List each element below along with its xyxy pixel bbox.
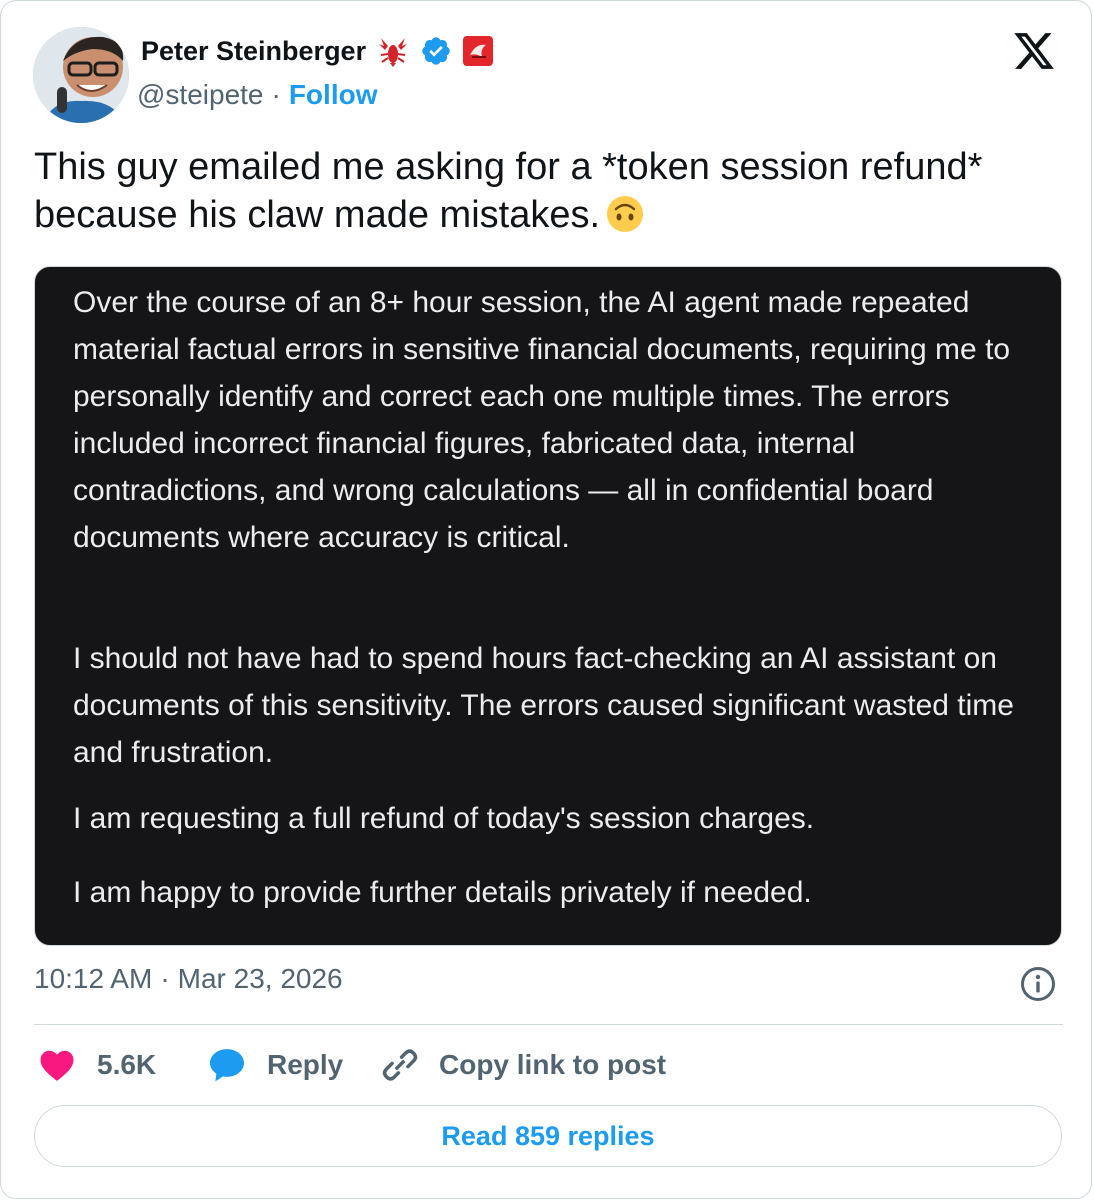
link-icon[interactable] — [381, 1046, 419, 1084]
lobster-emoji-icon — [379, 38, 408, 67]
post-timestamp[interactable]: 10:12 AM · Mar 23, 2026 — [34, 963, 343, 995]
affiliate-badge-icon[interactable] — [462, 35, 494, 67]
reply-bubble-icon[interactable] — [207, 1045, 247, 1085]
author-handle-row: @steipete · Follow — [137, 75, 377, 115]
heart-icon[interactable] — [39, 1048, 75, 1082]
tweet-body: This guy emailed me asking for a *token … — [34, 146, 983, 236]
tweet-text: This guy emailed me asking for a *token … — [34, 143, 1064, 239]
author-handle[interactable]: @steipete — [137, 79, 264, 111]
info-icon[interactable] — [1020, 966, 1056, 1002]
read-replies-label: Read 859 replies — [441, 1120, 655, 1151]
attached-screenshot[interactable]: Over the course of an 8+ hour session, t… — [34, 266, 1062, 946]
avatar[interactable] — [33, 27, 129, 123]
timestamp-separator: · — [160, 963, 170, 994]
like-count: 5.6K — [97, 1049, 157, 1080]
like-action[interactable]: 5.6K — [39, 1043, 156, 1087]
tweet-card: Peter Steinberger @steipete · Follow Thi… — [0, 0, 1092, 1199]
x-logo-icon[interactable] — [1011, 29, 1057, 73]
email-paragraph-4: I am happy to provide further details pr… — [73, 876, 812, 909]
verified-badge-icon[interactable] — [420, 35, 452, 67]
email-paragraph-3: I am requesting a full refund of today's… — [73, 802, 815, 835]
avatar-image — [33, 27, 129, 123]
post-date: Mar 23, 2026 — [177, 963, 343, 994]
post-time: 10:12 AM — [34, 963, 153, 994]
divider — [34, 1024, 1063, 1025]
upside-down-face-emoji-icon — [607, 196, 644, 232]
follow-button[interactable]: Follow — [289, 79, 378, 111]
email-paragraph-2: I should not have had to spend hours fac… — [73, 642, 1014, 769]
author-name-row: Peter Steinberger — [141, 29, 494, 73]
email-paragraph-1: Over the course of an 8+ hour session, t… — [73, 286, 1011, 554]
handle-separator: · — [271, 79, 281, 110]
reply-label: Reply — [267, 1049, 344, 1080]
copy-link-label: Copy link to post — [439, 1049, 667, 1080]
author-name[interactable]: Peter Steinberger — [141, 36, 366, 67]
copy-link-action[interactable]: Copy link to post — [381, 1043, 666, 1087]
read-replies-button[interactable]: Read 859 replies — [34, 1105, 1062, 1167]
reply-action[interactable]: Reply — [207, 1043, 343, 1087]
